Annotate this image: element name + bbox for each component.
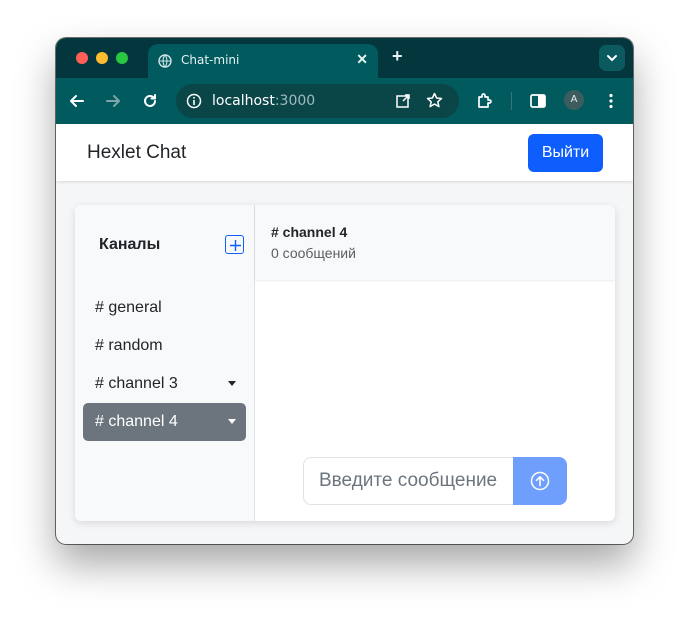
site-info-icon[interactable] (186, 93, 202, 109)
browser-toolbar: localhost:3000 A (56, 78, 633, 124)
message-input[interactable] (303, 457, 513, 505)
more-menu-icon[interactable] (602, 92, 620, 110)
maximize-window-button[interactable] (116, 52, 128, 64)
reload-icon[interactable] (141, 92, 159, 110)
brand-link[interactable]: Hexlet Chat (87, 142, 186, 164)
forward-arrow-icon[interactable] (104, 92, 122, 110)
profile-avatar[interactable]: A (564, 90, 584, 110)
close-window-button[interactable] (76, 52, 88, 64)
message-count: 0 сообщений (271, 245, 356, 261)
tab-strip: Chat-mini ✕ + (56, 38, 633, 78)
chat-panel: # channel 4 0 сообщений (255, 205, 615, 521)
message-form (303, 457, 567, 505)
address-bar[interactable]: localhost:3000 (176, 84, 459, 118)
add-channel-button[interactable] (225, 235, 244, 254)
channel-menu-caret-icon[interactable] (228, 381, 236, 386)
side-panel-icon[interactable] (529, 92, 547, 110)
channels-title: Каналы (99, 236, 161, 253)
chevron-down-icon (607, 55, 617, 62)
channels-sidebar: Каналы # general # random # channel 3 # … (75, 205, 255, 521)
tab-close-icon[interactable]: ✕ (356, 51, 368, 68)
browser-tab[interactable]: Chat-mini ✕ (148, 44, 378, 78)
new-tab-icon[interactable]: + (392, 46, 403, 67)
app-navbar: Hexlet Chat Выйти (56, 124, 633, 181)
channel-label: # general (95, 299, 162, 316)
url-host: localhost (212, 93, 275, 109)
channel-item-channel-4[interactable]: # channel 4 (83, 403, 246, 441)
arrow-up-circle-icon (530, 471, 550, 491)
bookmark-star-icon[interactable] (426, 92, 443, 109)
browser-window: Chat-mini ✕ + localhost:3000 A Hexlet Ch… (56, 38, 633, 544)
send-button[interactable] (513, 457, 567, 505)
extensions-icon[interactable] (476, 92, 494, 110)
channel-label: # channel 4 (95, 413, 178, 430)
channel-item-channel-3[interactable]: # channel 3 (83, 365, 246, 403)
url-port: :3000 (274, 93, 316, 109)
open-in-app-icon[interactable] (395, 93, 411, 109)
toolbar-divider (511, 92, 512, 110)
channel-item-general[interactable]: # general (83, 289, 246, 327)
tab-search-button[interactable] (599, 45, 625, 71)
channel-item-random[interactable]: # random (83, 327, 246, 365)
globe-icon (158, 54, 172, 68)
tab-title: Chat-mini (181, 53, 240, 67)
minimize-window-button[interactable] (96, 52, 108, 64)
chat-header: # channel 4 0 сообщений (255, 205, 615, 280)
channel-menu-caret-icon[interactable] (228, 419, 236, 424)
channel-label: # random (95, 337, 163, 354)
chat-card: Каналы # general # random # channel 3 # … (75, 205, 615, 521)
logout-button[interactable]: Выйти (528, 134, 603, 172)
back-arrow-icon[interactable] (68, 92, 86, 110)
plus-icon (230, 240, 241, 251)
channel-label: # channel 3 (95, 375, 178, 392)
url-text: localhost:3000 (212, 93, 315, 109)
active-channel-name: # channel 4 (271, 224, 348, 240)
